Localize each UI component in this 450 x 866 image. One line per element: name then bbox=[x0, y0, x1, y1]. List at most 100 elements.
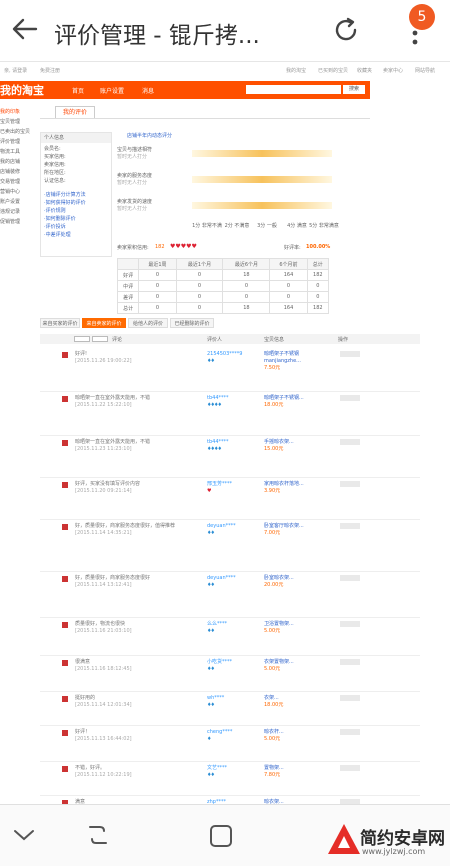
help-link[interactable]: ·中差评处理 bbox=[44, 231, 108, 239]
left-menu-item[interactable]: 交易管理 bbox=[0, 178, 40, 188]
left-menu-item[interactable]: 账户设置 bbox=[0, 198, 40, 208]
left-menu-item[interactable]: 店铺装修 bbox=[0, 168, 40, 178]
reply-button[interactable] bbox=[340, 695, 360, 701]
table-cell: 0 bbox=[222, 280, 271, 292]
reviewer-name[interactable]: 小吃货**** bbox=[207, 659, 232, 665]
left-menu-item[interactable]: 违规记录 bbox=[0, 208, 40, 218]
item-link[interactable]: 手摇晾衣架... bbox=[264, 439, 316, 446]
tab-from-buyers[interactable]: 来自买家的评价 bbox=[40, 318, 80, 328]
item-link[interactable]: 衣架置物架... bbox=[264, 659, 316, 666]
filter-select[interactable] bbox=[74, 336, 90, 342]
table-cell: 18 bbox=[222, 269, 271, 281]
chevron-down-icon[interactable] bbox=[12, 827, 36, 843]
help-link[interactable]: ·店铺评分计算方法 bbox=[44, 191, 108, 199]
top-link[interactable]: 收藏夹 bbox=[357, 67, 372, 74]
item-link[interactable]: 卫浴置物架... bbox=[264, 621, 316, 628]
table-cell: 0 bbox=[306, 291, 330, 303]
reply-button[interactable] bbox=[340, 351, 360, 357]
reply-button[interactable] bbox=[340, 621, 360, 627]
help-link[interactable]: ·如何删除评价 bbox=[44, 215, 108, 223]
reviewer: deyuan**** ♦♦ bbox=[207, 523, 263, 537]
left-menu-item[interactable]: 我的店铺 bbox=[0, 158, 40, 168]
table-cell: 0 bbox=[175, 291, 224, 303]
table-cell: 164 bbox=[269, 302, 308, 314]
item-link[interactable]: 卧室客厅晾衣架... bbox=[264, 523, 316, 530]
review-text-block: 好评！ [2015.11.13 16:44:02] bbox=[75, 729, 205, 743]
top-link[interactable]: 卖家中心 bbox=[383, 67, 403, 74]
left-menu-item[interactable]: 已卖出的宝贝 bbox=[0, 128, 40, 138]
reply-button[interactable] bbox=[340, 765, 360, 771]
reviewer-name[interactable]: tb44**** bbox=[207, 439, 229, 445]
top-link[interactable]: 我的淘宝 bbox=[286, 67, 306, 74]
home-square-icon[interactable] bbox=[208, 823, 234, 849]
nav-account[interactable]: 账户设置 bbox=[100, 86, 124, 95]
table-cell: 164 bbox=[269, 269, 308, 281]
item-link[interactable]: 晾衣杆... bbox=[264, 729, 316, 736]
page-title[interactable]: 评价管理 - 锟斤拷... bbox=[54, 16, 260, 50]
reviewer-name[interactable]: tb44**** bbox=[207, 395, 229, 401]
item-link[interactable]: 衣架... bbox=[264, 695, 316, 702]
left-menu-item[interactable]: 营销中心 bbox=[0, 188, 40, 198]
review-type-icon bbox=[62, 440, 68, 446]
nav-home[interactable]: 首页 bbox=[72, 86, 84, 95]
reply-button[interactable] bbox=[340, 523, 360, 529]
item-link[interactable]: 晾晒架子不锈钢manjiangzhe... bbox=[264, 351, 316, 365]
credit-label: 卖家累积信用: bbox=[117, 245, 149, 251]
review-text: 很满意 bbox=[75, 659, 91, 665]
reply-button[interactable] bbox=[340, 439, 360, 445]
search-button[interactable]: 搜索 bbox=[343, 85, 365, 94]
search-input[interactable] bbox=[246, 85, 341, 94]
reviewer-name[interactable]: 邢玉芳**** bbox=[207, 481, 232, 487]
item-link[interactable]: 晾晒架子不锈钢... bbox=[264, 395, 316, 402]
reply-button[interactable] bbox=[340, 575, 360, 581]
tab-deleted[interactable]: 已经删除的评价 bbox=[170, 318, 214, 328]
reviewer-name[interactable]: 文艺**** bbox=[207, 765, 227, 771]
recents-icon[interactable] bbox=[86, 823, 110, 847]
reviewer-name[interactable]: wh**** bbox=[207, 695, 224, 701]
divider bbox=[40, 118, 370, 119]
help-link[interactable]: ·如何获得好的评价 bbox=[44, 199, 108, 207]
reload-icon[interactable] bbox=[332, 16, 360, 44]
reply-button[interactable] bbox=[340, 395, 360, 401]
item-price: 5.00元 bbox=[264, 666, 281, 672]
reviewer: 文艺**** ♦♦ bbox=[207, 765, 263, 779]
reply-button[interactable] bbox=[340, 659, 360, 665]
item-link[interactable]: 卧室晾衣架... bbox=[264, 575, 316, 582]
nav-messages[interactable]: 消息 bbox=[142, 86, 154, 95]
review-time: [2015.11.13 16:44:02] bbox=[75, 736, 132, 742]
tab-to-others[interactable]: 给他人的评价 bbox=[128, 318, 168, 328]
item-link[interactable]: 家用晾衣杆落地... bbox=[264, 481, 316, 488]
reviewer-name[interactable]: 2154503****9 bbox=[207, 351, 242, 357]
top-link[interactable]: 网站导航 bbox=[415, 67, 435, 74]
reply-button[interactable] bbox=[340, 481, 360, 487]
top-link[interactable]: 亲, 请登录 bbox=[4, 67, 27, 74]
reviewer-name[interactable]: deyuan**** bbox=[207, 523, 236, 529]
tab-from-sellers[interactable]: 来自卖家的评价 bbox=[82, 318, 126, 328]
back-arrow-icon[interactable] bbox=[10, 14, 40, 44]
review-text-block: 挺好用的 [2015.11.14 12:01:34] bbox=[75, 695, 205, 709]
item-price: 7.80元 bbox=[264, 772, 281, 778]
site-logo[interactable]: 我的淘宝 bbox=[0, 82, 44, 98]
help-link[interactable]: ·评价投诉 bbox=[44, 223, 108, 231]
left-menu-item[interactable]: 我的印象 bbox=[0, 108, 40, 118]
filter-col: 评价人 bbox=[207, 337, 223, 343]
rating-title: 店铺半年内动态评分 bbox=[127, 133, 173, 139]
credit-value: 182 bbox=[155, 244, 165, 250]
top-link[interactable]: 已买到的宝贝 bbox=[318, 67, 348, 74]
tab-my-reviews[interactable]: 我的评价 bbox=[55, 106, 95, 118]
top-link[interactable]: 免费注册 bbox=[40, 67, 60, 74]
filter-select[interactable] bbox=[92, 336, 108, 342]
item-link[interactable]: 置物架... bbox=[264, 765, 316, 772]
item-info: 卧室客厅晾衣架... 7.00元 bbox=[264, 523, 316, 537]
reviewer-name[interactable]: cheng**** bbox=[207, 729, 232, 735]
left-menu-item[interactable]: 评价管理 bbox=[0, 138, 40, 148]
tab-count-badge[interactable]: 5 bbox=[409, 4, 435, 30]
reviewer-name[interactable]: deyuan**** bbox=[207, 575, 236, 581]
left-menu-item[interactable]: 物流工具 bbox=[0, 148, 40, 158]
left-menu-item[interactable]: 促销管理 bbox=[0, 218, 40, 228]
help-link[interactable]: ·评价规则 bbox=[44, 207, 108, 215]
reviewer-name[interactable]: 么么**** bbox=[207, 621, 227, 627]
reply-button[interactable] bbox=[340, 729, 360, 735]
left-menu-item[interactable]: 宝贝管理 bbox=[0, 118, 40, 128]
rating-bar bbox=[192, 176, 332, 183]
